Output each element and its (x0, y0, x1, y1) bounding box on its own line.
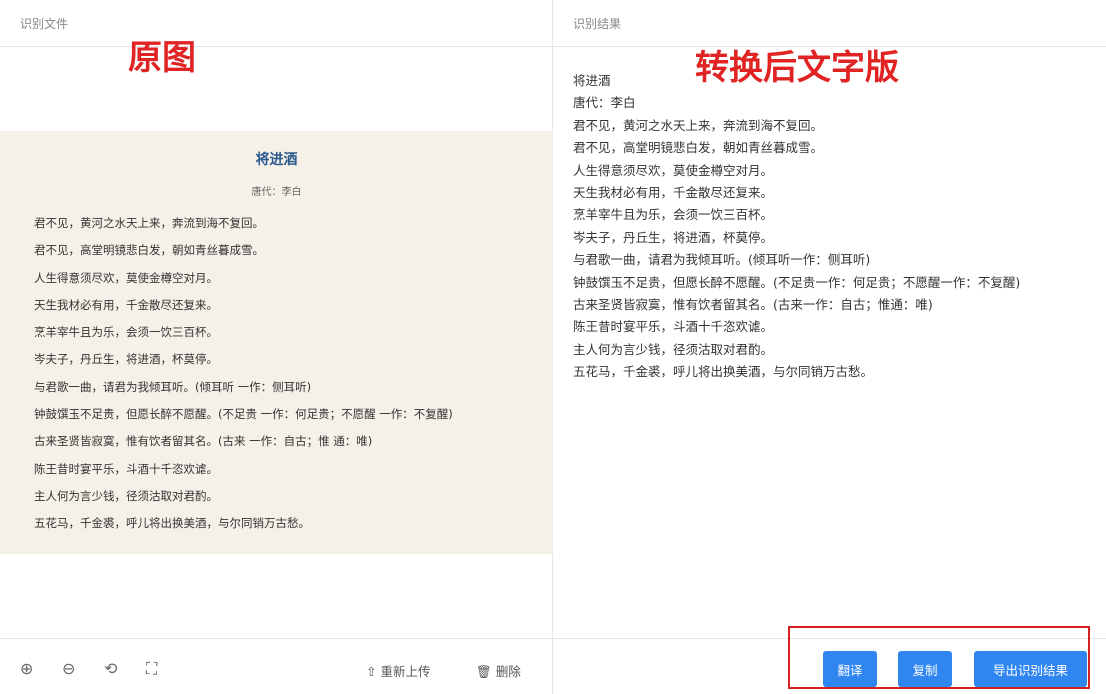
highlight-box (788, 626, 1090, 689)
result-line: 人生得意须尽欢，莫使金樽空对月。 (573, 160, 1088, 182)
result-line: 五花马，千金裘，呼儿将出换美酒，与尔同销万古愁。 (573, 361, 1088, 383)
reupload-label: 重新上传 (380, 664, 430, 679)
doc-line: 陈王昔时宴平乐，斗酒十千恣欢谑。 (34, 456, 553, 483)
source-panel-title: 识别文件 (0, 0, 552, 47)
result-line: 天生我材必有用，千金散尽还复来。 (573, 182, 1088, 204)
reupload-button[interactable]: ⇧ 重新上传 (366, 661, 430, 680)
doc-line: 君不见，高堂明镜悲白发，朝如青丝暮成雪。 (34, 237, 553, 264)
result-line: 唐代：李白 (573, 92, 1088, 114)
doc-line: 钟鼓馔玉不足贵，但愿长醉不愿醒。(不足贵 一作：何足贵；不愿醒 一作：不复醒) (34, 401, 553, 428)
doc-title: 将进酒 (34, 149, 553, 169)
doc-line: 古来圣贤皆寂寞，惟有饮者留其名。(古来 一作：自古；惟 通：唯) (34, 428, 553, 455)
doc-line: 五花马，千金裘，呼儿将出换美酒，与尔同销万古愁。 (34, 510, 553, 537)
result-line: 古来圣贤皆寂寞，惟有饮者留其名。(古来一作：自古；惟通：唯) (573, 294, 1088, 316)
doc-line: 岑夫子，丹丘生，将进酒，杯莫停。 (34, 346, 553, 373)
doc-author: 唐代：李白 (34, 183, 553, 198)
source-toolbar: ⊕ ⊖ ⟲ ⛶ ⇧ 重新上传 🗑 删除 (0, 638, 553, 694)
result-line: 岑夫子，丹丘生，将进酒，杯莫停。 (573, 227, 1088, 249)
rotate-icon[interactable]: ⟲ (104, 659, 117, 678)
result-line: 与君歌一曲，请君为我倾耳听。(倾耳听一作：侧耳听) (573, 249, 1088, 271)
original-annotation: 原图 (128, 30, 196, 79)
upload-icon: ⇧ (366, 664, 380, 679)
result-panel: 识别结果 转换后文字版 将进酒唐代：李白君不见，黄河之水天上来，奔流到海不复回。… (553, 0, 1106, 694)
result-line: 陈王昔时宴平乐，斗酒十千恣欢谑。 (573, 316, 1088, 338)
result-line: 主人何为言少钱，径须沽取对君酌。 (573, 339, 1088, 361)
doc-line: 与君歌一曲，请君为我倾耳听。(倾耳听 一作：侧耳听) (34, 374, 553, 401)
trash-icon: 🗑 (476, 664, 496, 679)
source-image: 将进酒 唐代：李白 君不见，黄河之水天上来，奔流到海不复回。君不见，高堂明镜悲白… (0, 131, 553, 554)
doc-line: 天生我材必有用，千金散尽还复来。 (34, 292, 553, 319)
result-line: 君不见，黄河之水天上来，奔流到海不复回。 (573, 115, 1088, 137)
result-line: 烹羊宰牛且为乐，会须一饮三百杯。 (573, 204, 1088, 226)
doc-line: 烹羊宰牛且为乐，会须一饮三百杯。 (34, 319, 553, 346)
result-line: 钟鼓馔玉不足贵，但愿长醉不愿醒。(不足贵一作：何足贵；不愿醒一作：不复醒) (573, 272, 1088, 294)
doc-line: 君不见，黄河之水天上来，奔流到海不复回。 (34, 210, 553, 237)
result-text[interactable]: 将进酒唐代：李白君不见，黄河之水天上来，奔流到海不复回。君不见，高堂明镜悲白发，… (573, 70, 1088, 384)
zoom-out-icon[interactable]: ⊖ (62, 659, 75, 678)
fit-icon[interactable]: ⛶ (146, 659, 157, 679)
delete-button[interactable]: 🗑 删除 (476, 661, 521, 680)
delete-label: 删除 (496, 664, 521, 679)
zoom-in-icon[interactable]: ⊕ (20, 659, 33, 678)
result-line: 君不见，高堂明镜悲白发，朝如青丝暮成雪。 (573, 137, 1088, 159)
doc-line: 主人何为言少钱，径须沽取对君酌。 (34, 483, 553, 510)
result-line: 将进酒 (573, 70, 1088, 92)
source-panel: 识别文件 原图 将进酒 唐代：李白 君不见，黄河之水天上来，奔流到海不复回。君不… (0, 0, 553, 694)
doc-line: 人生得意须尽欢，莫使金樽空对月。 (34, 265, 553, 292)
